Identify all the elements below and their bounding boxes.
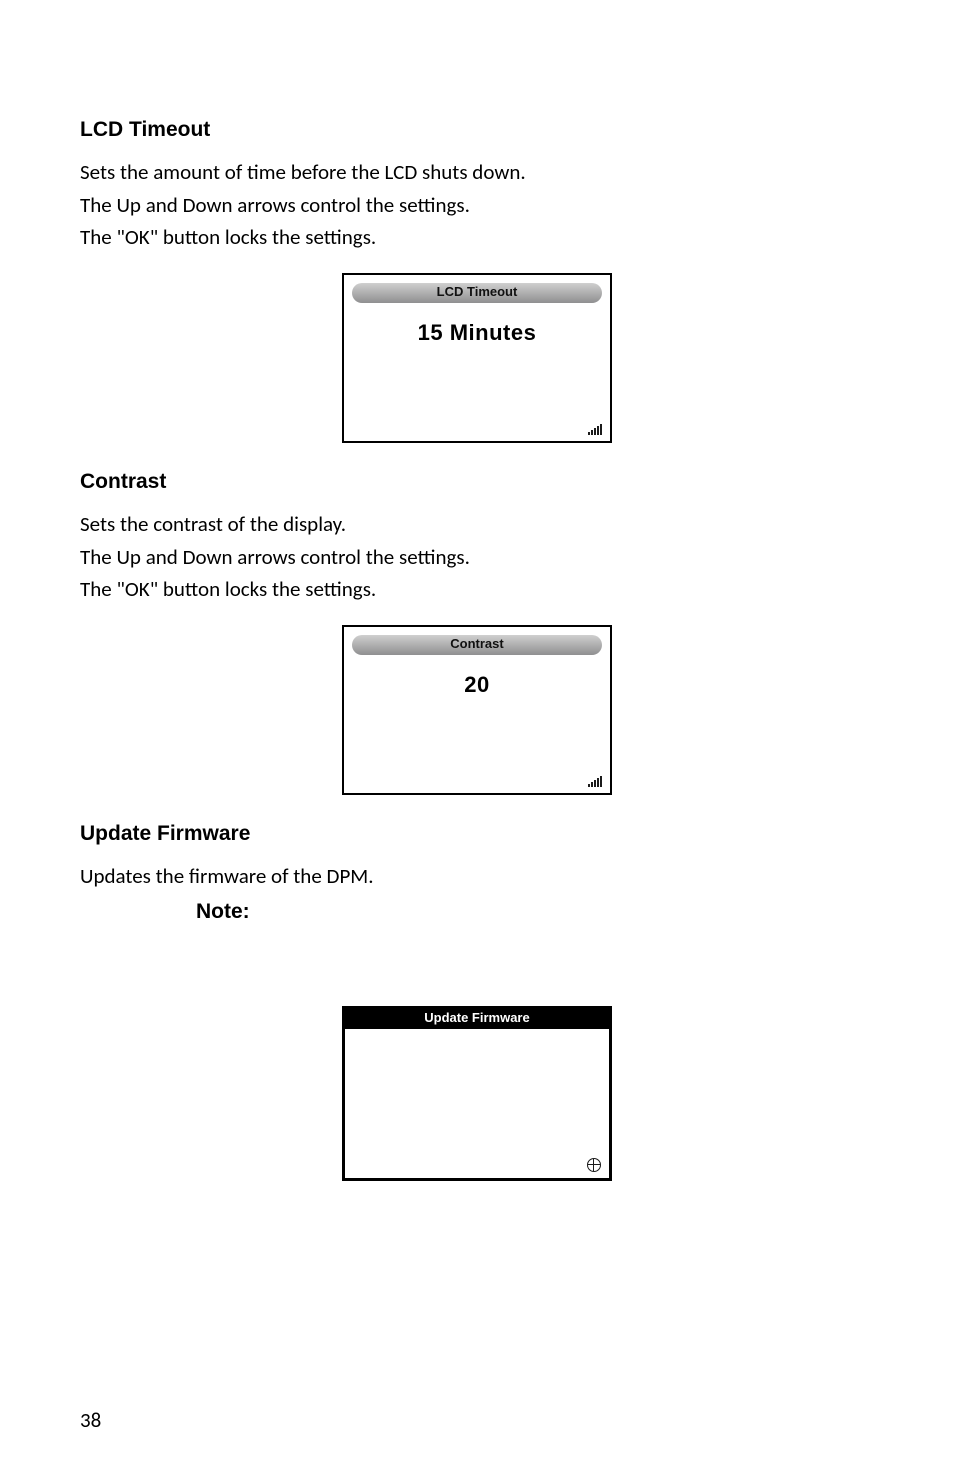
heading-lcd-timeout: LCD Timeout bbox=[80, 115, 874, 145]
text-contrast-desc1: Sets the contrast of the display. bbox=[80, 509, 874, 539]
screenshot-contrast: Contrast 20 bbox=[342, 625, 612, 795]
text-lcd-timeout-desc1: Sets the amount of time before the LCD s… bbox=[80, 157, 874, 187]
screen-titlebar: Update Firmware bbox=[345, 1009, 609, 1029]
device-screen: Contrast 20 bbox=[342, 625, 612, 795]
screen-value: 15 Minutes bbox=[350, 317, 604, 349]
screenshot-update-firmware: Update Firmware bbox=[342, 1006, 612, 1181]
screen-titlebar: Contrast bbox=[352, 635, 602, 655]
text-contrast-desc3: The "OK" button locks the settings. bbox=[80, 574, 874, 604]
page-number: 38 bbox=[80, 1405, 101, 1435]
device-screen: Update Firmware bbox=[342, 1006, 612, 1181]
text-lcd-timeout-desc2: The Up and Down arrows control the setti… bbox=[80, 190, 874, 220]
globe-icon bbox=[587, 1158, 601, 1172]
screen-value: 20 bbox=[350, 669, 604, 701]
signal-icon bbox=[588, 776, 602, 787]
note-label: Note: bbox=[196, 897, 874, 927]
heading-update-firmware: Update Firmware bbox=[80, 819, 874, 849]
screen-titlebar: LCD Timeout bbox=[352, 283, 602, 303]
text-contrast-desc2: The Up and Down arrows control the setti… bbox=[80, 542, 874, 572]
device-screen: LCD Timeout 15 Minutes bbox=[342, 273, 612, 443]
signal-icon bbox=[588, 424, 602, 435]
text-update-firmware-desc1: Updates the firmware of the DPM. bbox=[80, 861, 874, 891]
screenshot-lcd-timeout: LCD Timeout 15 Minutes bbox=[342, 273, 612, 443]
text-lcd-timeout-desc3: The "OK" button locks the settings. bbox=[80, 222, 874, 252]
heading-contrast: Contrast bbox=[80, 467, 874, 497]
